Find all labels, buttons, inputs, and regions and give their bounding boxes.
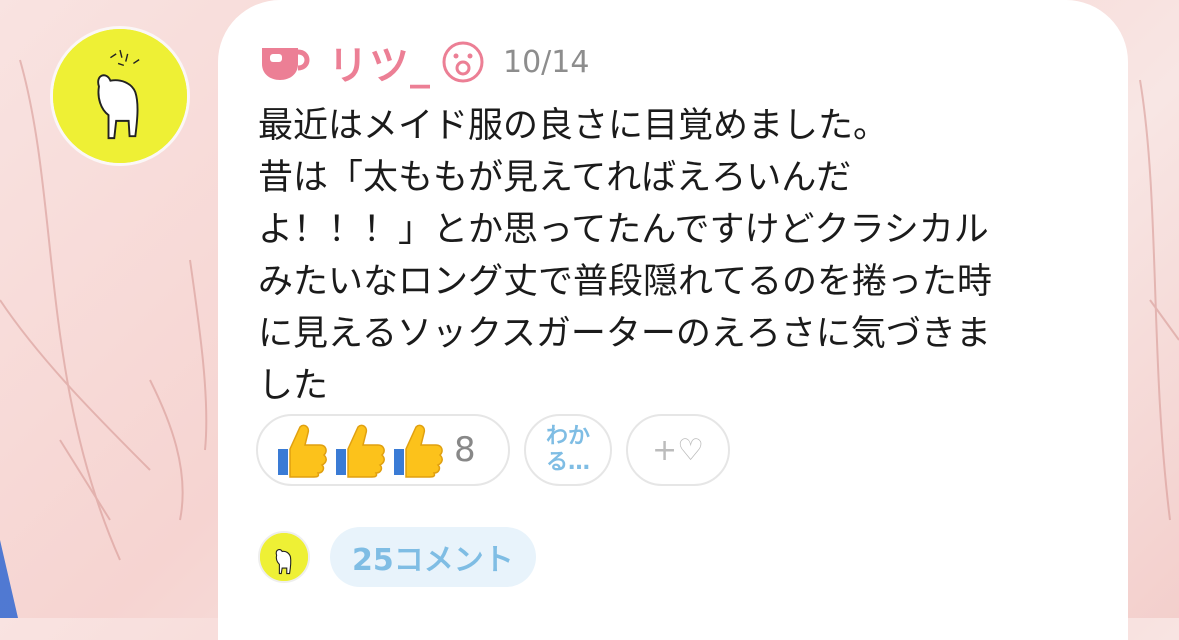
post-footer: 25コメント xyxy=(258,527,536,587)
thumbs-up-icon xyxy=(394,424,443,478)
wakaru-label-line1: わか xyxy=(545,424,590,449)
thumbs-up-icon xyxy=(278,424,327,478)
add-reaction-button[interactable]: +♡ xyxy=(626,414,730,486)
post-header: リツ_ 10/14 xyxy=(258,38,590,89)
author-avatar[interactable] xyxy=(50,26,190,166)
wakaru-reaction-button[interactable]: わか る… xyxy=(524,414,612,486)
thumbs-up-icon xyxy=(336,424,385,478)
reaction-bar: 8 わか る… +♡ xyxy=(256,414,730,486)
post-body-line: した xyxy=(258,366,329,406)
commenter-avatar[interactable] xyxy=(258,531,310,583)
post-body-line: 昔は「太ももが見えてればえろいんだ xyxy=(258,158,852,198)
add-reaction-label: +♡ xyxy=(651,432,705,468)
post-body-line: みたいなロング丈で普段隠れてるのを捲った時 xyxy=(258,262,992,302)
thumbs-up-count: 8 xyxy=(454,430,476,470)
post-body-line: 最近はメイド服の良さに目覚めました。 xyxy=(258,106,889,146)
post-body-line: に見えるソックスガーターのえろさに気づきま xyxy=(258,314,991,354)
author-name[interactable]: リツ_ xyxy=(328,33,431,91)
wakaru-label-line2: る… xyxy=(545,450,590,475)
post-body: 最近はメイド服の良さに目覚めました。 昔は「太ももが見えてればえろいんだ よ！！… xyxy=(258,100,1098,412)
thumbs-up-reaction-button[interactable]: 8 xyxy=(256,414,510,486)
cup-icon xyxy=(262,48,310,80)
post-date: 10/14 xyxy=(503,44,590,80)
comments-count-label: 25コメント xyxy=(352,543,514,578)
comments-button[interactable]: 25コメント xyxy=(330,527,536,587)
smiley-icon[interactable] xyxy=(441,40,485,84)
post-body-line: よ！！！」とか思ってたんですけどクラシカル xyxy=(258,210,989,250)
